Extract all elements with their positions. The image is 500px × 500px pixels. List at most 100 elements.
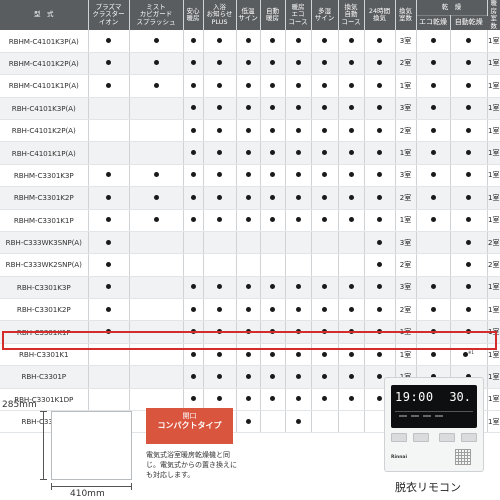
feature-dot — [322, 217, 327, 223]
spec-cell — [285, 30, 312, 53]
spec-cell — [311, 209, 339, 232]
table-row: RBHM-C3301K3P 3室 1室 — [0, 164, 500, 188]
feature-dot — [190, 217, 196, 223]
spec-cell — [203, 119, 237, 143]
spec-cell — [260, 52, 286, 76]
spec-cell — [236, 186, 261, 210]
spec-cell — [260, 253, 286, 277]
feature-dot — [348, 217, 354, 223]
spec-cell — [311, 298, 339, 322]
spec-cell — [129, 74, 184, 98]
feature-dot — [322, 172, 327, 178]
model-cell: RBHM-C4101K3P(A) — [0, 30, 89, 53]
header-safe-heat: 安心 暖房 — [183, 0, 204, 31]
spec-cell: 1室 — [487, 298, 500, 322]
cool-key[interactable] — [439, 433, 455, 442]
feature-dot — [322, 60, 327, 66]
width-dimension-line — [51, 483, 132, 490]
feature-dot — [217, 38, 222, 44]
spec-cell: 3室 — [395, 97, 417, 120]
model-cell: RBHM-C3301K2P — [0, 186, 89, 210]
feature-dot — [217, 82, 222, 88]
feature-dot — [270, 284, 275, 290]
feature-dot — [190, 172, 196, 178]
feature-dot — [430, 105, 436, 111]
feature-dot — [466, 127, 471, 133]
feature-dot — [430, 194, 436, 200]
feature-dot — [430, 217, 436, 223]
feature-dot — [348, 127, 354, 133]
feature-dot — [245, 306, 251, 312]
dry-key[interactable] — [413, 433, 429, 442]
feature-dot — [270, 194, 275, 200]
feature-dot — [153, 172, 159, 178]
feature-dot — [322, 82, 327, 88]
table-row: RBHM-C4101K1P(A) 1室 1室 — [0, 74, 500, 98]
feature-dot — [377, 194, 382, 200]
feature-dot — [377, 60, 382, 66]
spec-cell — [416, 186, 451, 210]
spec-cell: 1室 — [395, 141, 417, 165]
spec-cell — [338, 186, 365, 210]
table-row: RBHM-C3301K2P 2室 1室 — [0, 186, 500, 210]
spec-cell — [88, 164, 130, 188]
spec-cell — [203, 231, 237, 255]
spec-cell — [450, 30, 488, 53]
feature-dot — [377, 150, 382, 156]
spec-cell — [450, 253, 488, 277]
spec-cell: 2室 — [395, 119, 417, 143]
feature-dot — [217, 60, 222, 66]
spec-cell: 3室 — [395, 164, 417, 188]
spec-cell — [338, 253, 365, 277]
feature-dot — [295, 60, 301, 66]
feature-dot — [245, 127, 251, 133]
feature-dot — [106, 194, 111, 200]
model-cell: RBH-C4101K3P(A) — [0, 97, 89, 120]
model-cell: RBHM-C3301K3P — [0, 164, 89, 188]
spec-cell — [203, 276, 237, 300]
header-heat-rooms: 暖房 室数 — [487, 0, 500, 31]
spec-cell — [450, 119, 488, 143]
spec-cell — [183, 209, 204, 232]
feature-dot — [295, 172, 301, 178]
feature-dot — [377, 105, 382, 111]
spec-cell — [203, 30, 237, 53]
spec-cell — [416, 253, 451, 277]
vent-key[interactable] — [461, 433, 477, 442]
feature-dot — [270, 217, 275, 223]
feature-dot — [377, 261, 382, 267]
model-cell: RBH-C333WK3SNP(A) — [0, 231, 89, 255]
spec-cell — [338, 209, 365, 232]
spec-cell — [88, 231, 130, 255]
feature-dot — [322, 127, 327, 133]
spec-cell — [129, 298, 184, 322]
spec-cell — [88, 298, 130, 322]
feature-dot — [322, 38, 327, 44]
feature-dot — [245, 38, 251, 44]
spec-cell — [364, 97, 396, 120]
table-row: RBH-C333WK3SNP(A) 3室 2室 — [0, 231, 500, 255]
spec-cell — [338, 231, 365, 255]
feature-dot — [217, 150, 222, 156]
spec-cell — [416, 30, 451, 53]
spec-cell — [338, 119, 365, 143]
header-auto-dry: 自動乾燥 — [450, 14, 487, 31]
header-model: 型 式 — [0, 0, 89, 31]
spec-cell — [416, 119, 451, 143]
spec-cell — [183, 231, 204, 255]
spec-cell: 2室 — [395, 186, 417, 210]
feature-dot — [295, 217, 301, 223]
spec-cell — [129, 231, 184, 255]
spec-cell — [88, 141, 130, 165]
model-cell: RBH-C3301K2P — [0, 298, 89, 322]
spec-cell — [203, 97, 237, 120]
feature-dot — [295, 38, 301, 44]
spec-cell — [338, 164, 365, 188]
table-row: RBHM-C3301K1P 1室 1室 — [0, 209, 500, 232]
spec-cell — [364, 209, 396, 232]
spec-cell — [129, 164, 184, 188]
spec-cell — [285, 74, 312, 98]
spec-cell — [285, 253, 312, 277]
heat-key[interactable] — [391, 433, 407, 442]
feature-dot — [106, 217, 111, 223]
